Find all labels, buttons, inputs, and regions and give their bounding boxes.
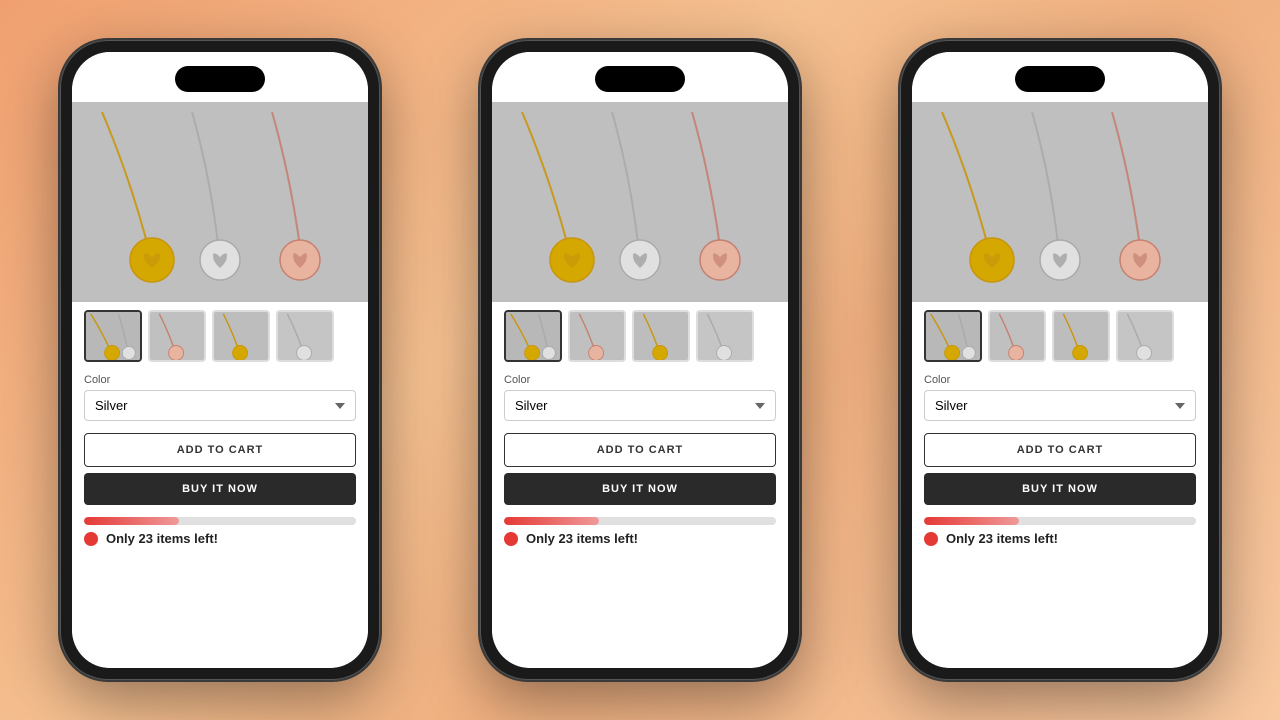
phone-screen-2: Color Silver Gold Rose Gold ADD TO CART … (492, 52, 788, 668)
thumbnail-1-3[interactable] (276, 310, 334, 362)
thumbnail-3-1[interactable] (988, 310, 1046, 362)
stock-section-3: Only 23 items left! (912, 513, 1208, 550)
stock-bar-container-3 (924, 517, 1196, 525)
color-section-2: Color Silver Gold Rose Gold (492, 370, 788, 425)
phone-mockup-3: Color Silver Gold Rose Gold ADD TO CART … (850, 20, 1270, 700)
thumbnail-row-2 (492, 302, 788, 370)
screen-content-1: Color Silver Gold Rose Gold ADD TO CART … (72, 52, 368, 668)
color-select-3[interactable]: Silver Gold Rose Gold (924, 390, 1196, 421)
stock-text-row-2: Only 23 items left! (504, 531, 776, 546)
thumbnail-3-2[interactable] (1052, 310, 1110, 362)
add-to-cart-button-1[interactable]: ADD TO CART (84, 433, 356, 467)
stock-text-row-3: Only 23 items left! (924, 531, 1196, 546)
thumbnail-2-3[interactable] (696, 310, 754, 362)
dynamic-island-2 (595, 66, 685, 92)
stock-dot-2 (504, 532, 518, 546)
thumbnail-2-0[interactable] (504, 310, 562, 362)
screen-content-2: Color Silver Gold Rose Gold ADD TO CART … (492, 52, 788, 668)
stock-dot-3 (924, 532, 938, 546)
add-to-cart-button-2[interactable]: ADD TO CART (504, 433, 776, 467)
stock-dot-1 (84, 532, 98, 546)
stock-bar-fill-3 (924, 517, 1019, 525)
stock-bar-fill-2 (504, 517, 599, 525)
phone-frame-3: Color Silver Gold Rose Gold ADD TO CART … (900, 40, 1220, 680)
phone-screen-1: Color Silver Gold Rose Gold ADD TO CART … (72, 52, 368, 668)
buy-it-now-button-3[interactable]: BUY IT NOW (924, 473, 1196, 505)
buy-it-now-button-1[interactable]: BUY IT NOW (84, 473, 356, 505)
thumbnail-2-1[interactable] (568, 310, 626, 362)
color-label-2: Color (504, 374, 776, 386)
buttons-section-3: ADD TO CART BUY IT NOW (912, 425, 1208, 513)
product-image-main-3 (912, 102, 1208, 302)
phone-frame-2: Color Silver Gold Rose Gold ADD TO CART … (480, 40, 800, 680)
product-image-main-1 (72, 102, 368, 302)
stock-bar-fill-1 (84, 517, 179, 525)
stock-text-3: Only 23 items left! (946, 531, 1058, 546)
thumbnail-row-3 (912, 302, 1208, 370)
phone-screen-3: Color Silver Gold Rose Gold ADD TO CART … (912, 52, 1208, 668)
thumbnail-1-2[interactable] (212, 310, 270, 362)
screen-content-3: Color Silver Gold Rose Gold ADD TO CART … (912, 52, 1208, 668)
phone-frame-1: Color Silver Gold Rose Gold ADD TO CART … (60, 40, 380, 680)
color-select-2[interactable]: Silver Gold Rose Gold (504, 390, 776, 421)
phone-mockup-1: Color Silver Gold Rose Gold ADD TO CART … (10, 20, 430, 700)
stock-bar-container-2 (504, 517, 776, 525)
phone-mockup-2: Color Silver Gold Rose Gold ADD TO CART … (430, 20, 850, 700)
color-select-1[interactable]: Silver Gold Rose Gold (84, 390, 356, 421)
stock-text-2: Only 23 items left! (526, 531, 638, 546)
color-label-3: Color (924, 374, 1196, 386)
buttons-section-2: ADD TO CART BUY IT NOW (492, 425, 788, 513)
add-to-cart-button-3[interactable]: ADD TO CART (924, 433, 1196, 467)
dynamic-island-3 (1015, 66, 1105, 92)
thumbnail-row-1 (72, 302, 368, 370)
color-section-3: Color Silver Gold Rose Gold (912, 370, 1208, 425)
dynamic-island-1 (175, 66, 265, 92)
stock-bar-container-1 (84, 517, 356, 525)
product-image-main-2 (492, 102, 788, 302)
thumbnail-1-1[interactable] (148, 310, 206, 362)
stock-text-row-1: Only 23 items left! (84, 531, 356, 546)
thumbnail-1-0[interactable] (84, 310, 142, 362)
stock-section-1: Only 23 items left! (72, 513, 368, 550)
thumbnail-3-0[interactable] (924, 310, 982, 362)
thumbnail-2-2[interactable] (632, 310, 690, 362)
color-section-1: Color Silver Gold Rose Gold (72, 370, 368, 425)
stock-section-2: Only 23 items left! (492, 513, 788, 550)
buy-it-now-button-2[interactable]: BUY IT NOW (504, 473, 776, 505)
stock-text-1: Only 23 items left! (106, 531, 218, 546)
buttons-section-1: ADD TO CART BUY IT NOW (72, 425, 368, 513)
thumbnail-3-3[interactable] (1116, 310, 1174, 362)
color-label-1: Color (84, 374, 356, 386)
